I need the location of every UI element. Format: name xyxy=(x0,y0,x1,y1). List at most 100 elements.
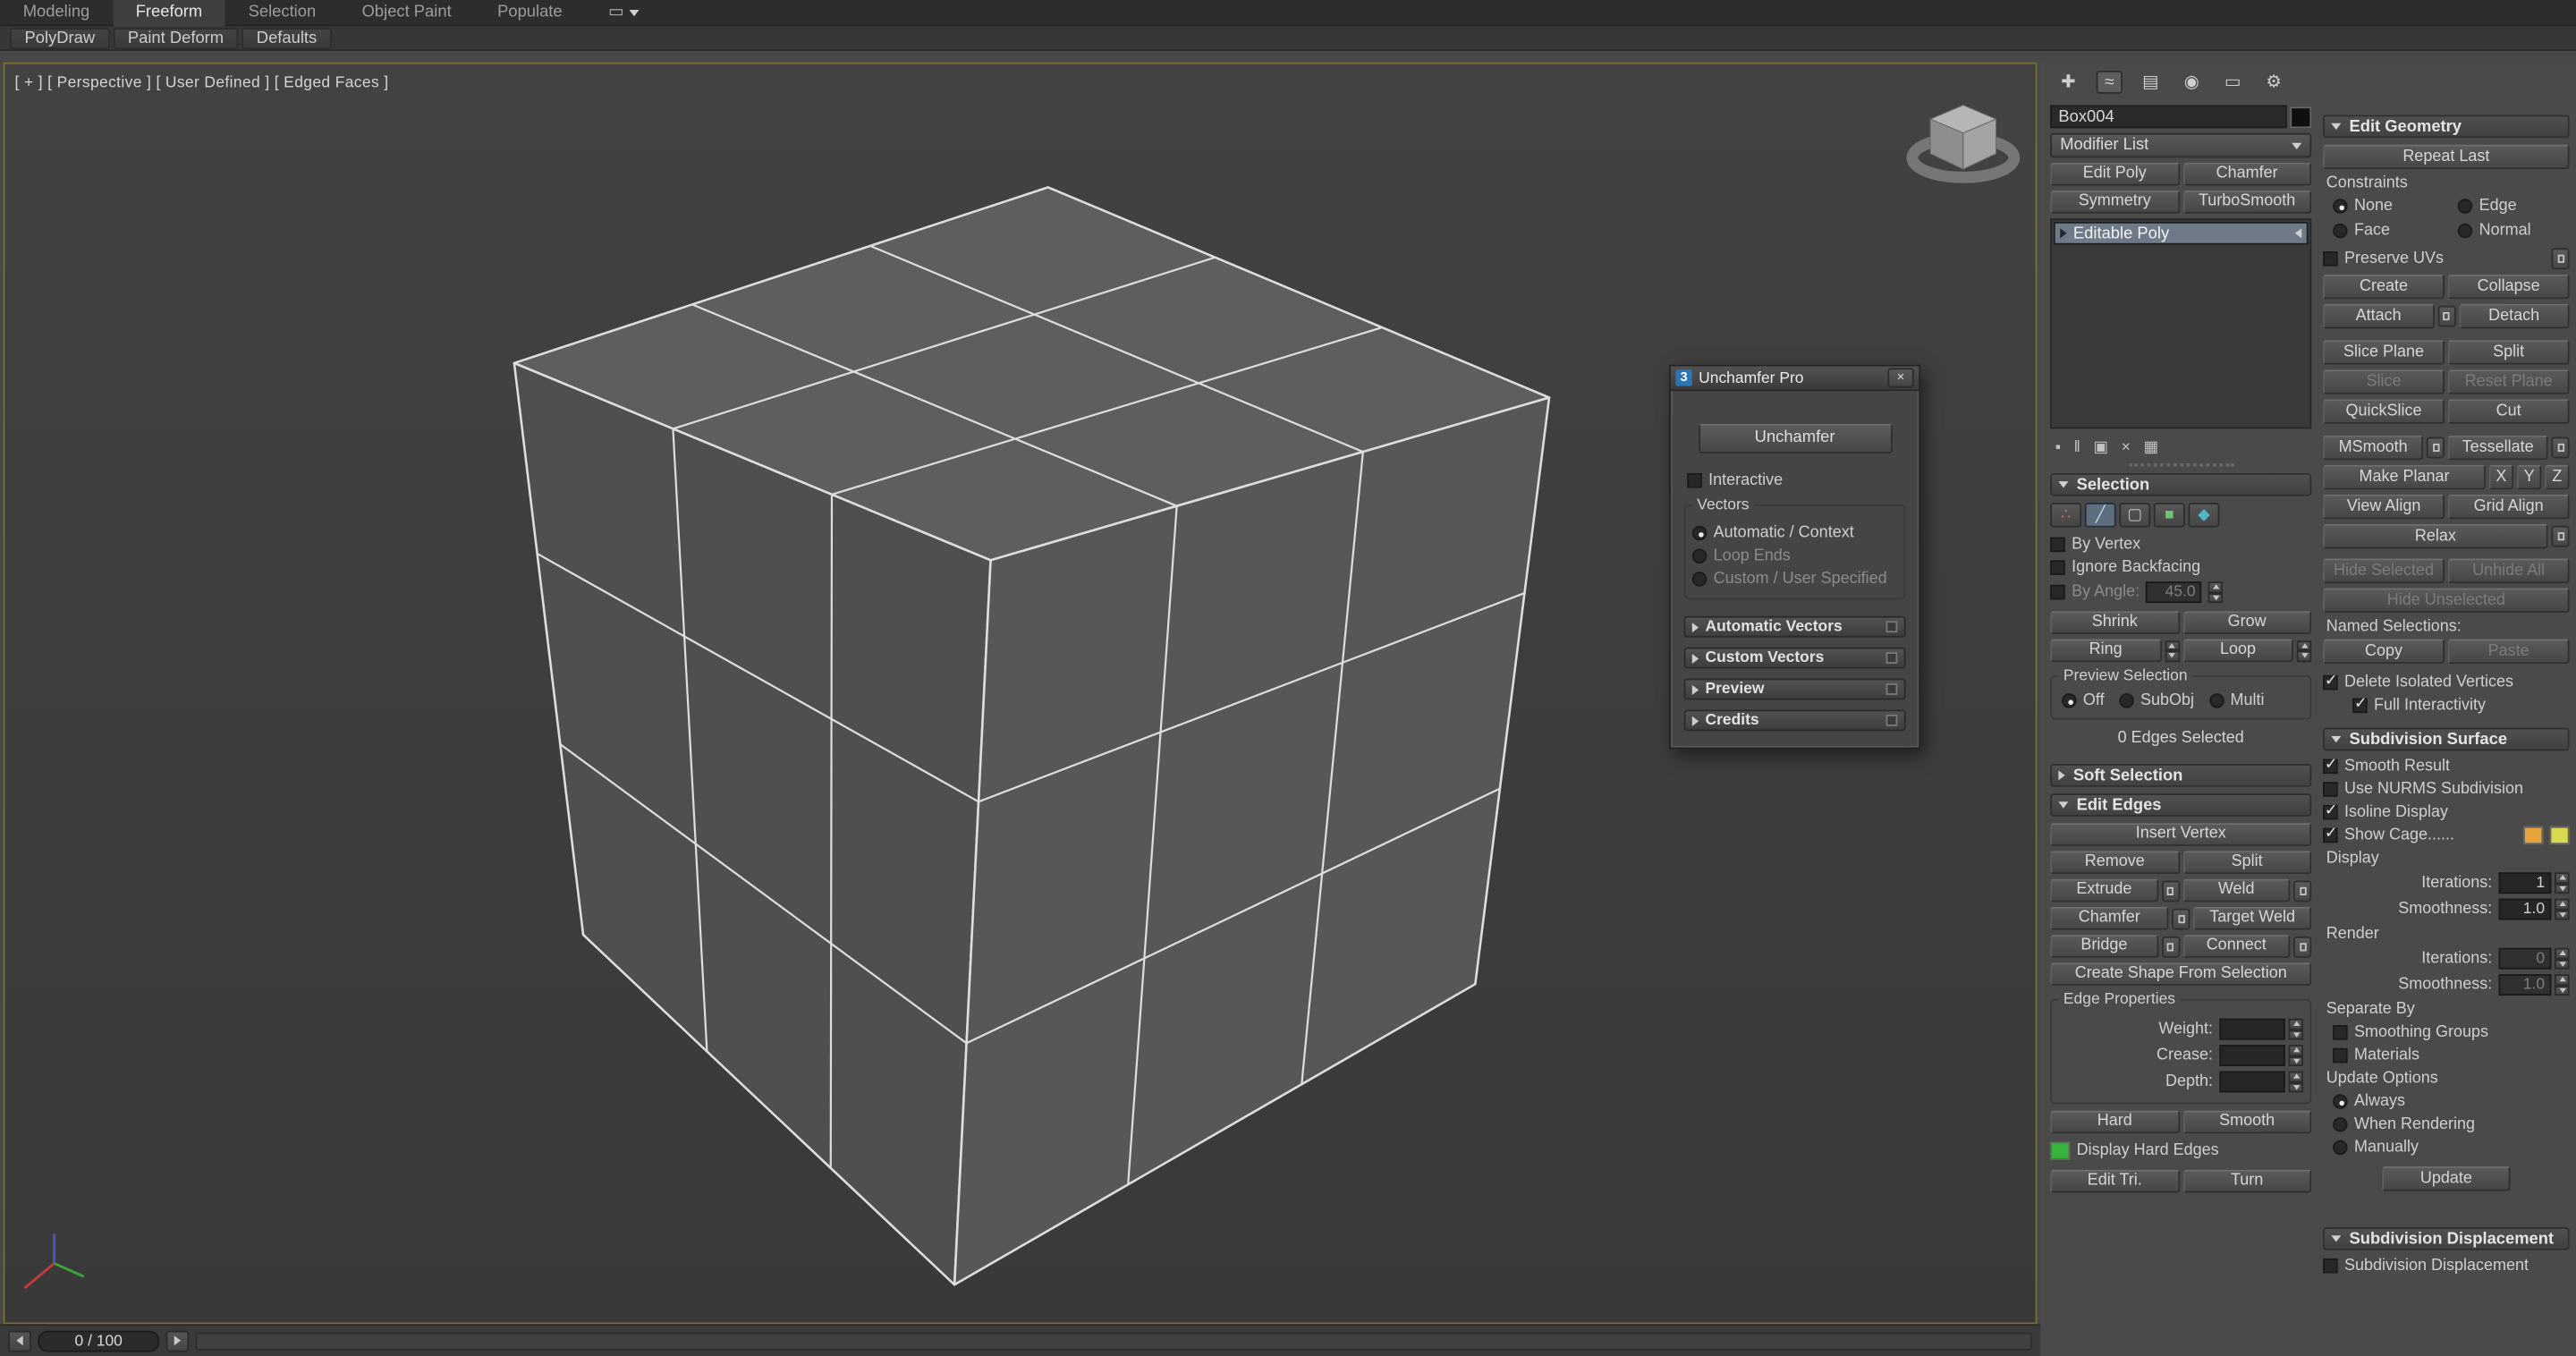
msmooth-button[interactable]: MSmooth xyxy=(2323,435,2424,461)
copy-button[interactable]: Copy xyxy=(2323,639,2445,665)
cage-face-color-swatch[interactable] xyxy=(2549,826,2570,845)
viewport-label[interactable]: [ + ] [ Perspective ] [ User Defined ] [… xyxy=(15,74,389,92)
rollout-edit-geometry[interactable]: Edit Geometry xyxy=(2323,114,2570,139)
make-planar-button[interactable]: Make Planar xyxy=(2323,464,2486,490)
preserve-uvs-settings-icon[interactable] xyxy=(2551,248,2570,270)
tessellate-button[interactable]: Tessellate xyxy=(2447,435,2548,461)
rollout-custom-vectors[interactable]: Custom Vectors xyxy=(1683,647,1906,669)
by-angle-checkbox[interactable] xyxy=(2050,584,2065,600)
rollout-edit-edges[interactable]: Edit Edges xyxy=(2050,793,2312,817)
weld-button[interactable]: Weld xyxy=(2182,878,2291,903)
automatic-context-radio[interactable] xyxy=(1691,525,1707,541)
subdivision-displacement-checkbox[interactable] xyxy=(2323,1258,2338,1274)
slice-plane-button[interactable]: Slice Plane xyxy=(2323,340,2445,365)
rollout-credits[interactable]: Credits xyxy=(1683,709,1906,732)
vertex-icon[interactable]: ∴ xyxy=(2061,506,2071,524)
show-end-result-icon[interactable]: ‖ xyxy=(2074,437,2080,455)
update-manually-radio[interactable] xyxy=(2333,1140,2348,1156)
tessellate-settings-icon[interactable] xyxy=(2551,436,2570,459)
constraint-none-radio[interactable] xyxy=(2333,199,2348,214)
rollout-subdivision-surface[interactable]: Subdivision Surface xyxy=(2323,727,2570,751)
weld-settings-icon[interactable] xyxy=(2293,879,2312,902)
panel-defaults[interactable]: Defaults xyxy=(242,27,332,49)
editable-poly-cube[interactable] xyxy=(513,186,1551,1286)
smooth-result-checkbox[interactable] xyxy=(2323,756,2338,774)
msmooth-settings-icon[interactable] xyxy=(2426,436,2445,459)
render-iterations-field[interactable]: 0 xyxy=(2498,947,2552,970)
bridge-settings-icon[interactable] xyxy=(2161,936,2180,957)
remove-button[interactable]: Remove xyxy=(2050,851,2180,875)
render-iterations-spinner[interactable] xyxy=(2555,947,2570,970)
turbosmooth-button[interactable]: TurboSmooth xyxy=(2182,191,2312,214)
split-toggle-button[interactable]: Split xyxy=(2447,340,2570,365)
depth-field[interactable] xyxy=(2219,1071,2285,1093)
delete-isolated-vertices-checkbox[interactable] xyxy=(2323,672,2338,690)
hide-unselected-button[interactable]: Hide Unselected xyxy=(2323,588,2570,614)
object-color-swatch[interactable] xyxy=(2290,106,2312,128)
update-always-radio[interactable] xyxy=(2333,1094,2348,1109)
make-unique-icon[interactable]: ▣ xyxy=(2094,437,2109,455)
tab-populate[interactable]: Populate xyxy=(474,0,585,25)
show-cage-checkbox[interactable] xyxy=(2323,825,2338,843)
update-button[interactable]: Update xyxy=(2382,1166,2511,1191)
chamfer-button[interactable]: Chamfer xyxy=(2050,906,2169,930)
turn-button[interactable]: Turn xyxy=(2182,1169,2312,1193)
cage-edge-color-swatch[interactable] xyxy=(2523,826,2544,845)
panel-polydraw[interactable]: PolyDraw xyxy=(10,27,110,49)
edit-tri-button[interactable]: Edit Tri. xyxy=(2050,1169,2180,1193)
tab-modeling[interactable]: Modeling xyxy=(0,0,113,25)
depth-spinner[interactable] xyxy=(2288,1071,2304,1093)
pin-stack-icon[interactable]: ▪ xyxy=(2055,437,2061,455)
tab-object-paint[interactable]: Object Paint xyxy=(339,0,474,25)
track-bar[interactable] xyxy=(195,1332,2032,1351)
chamfer-settings-icon[interactable] xyxy=(2172,907,2190,929)
create-shape-button[interactable]: Create Shape From Selection xyxy=(2050,962,2312,987)
repeat-last-button[interactable]: Repeat Last xyxy=(2323,144,2570,170)
cut-button[interactable]: Cut xyxy=(2447,399,2570,424)
bridge-button[interactable]: Bridge xyxy=(2050,935,2158,958)
planar-y-button[interactable]: Y xyxy=(2516,464,2542,490)
split-button[interactable]: Split xyxy=(2182,851,2312,875)
element-icon[interactable]: ◆ xyxy=(2198,506,2209,524)
quickslice-button[interactable]: QuickSlice xyxy=(2323,399,2445,424)
stack-item-editable-poly[interactable]: Editable Poly xyxy=(2053,221,2309,245)
ring-button[interactable]: Ring xyxy=(2050,639,2162,663)
render-smoothness-field[interactable]: 1.0 xyxy=(2498,974,2552,996)
hide-selected-button[interactable]: Hide Selected xyxy=(2323,558,2445,584)
border-icon[interactable]: ▢ xyxy=(2128,506,2143,524)
utilities-tab-icon[interactable]: ⚙ xyxy=(2260,72,2286,92)
custom-user-specified-radio[interactable] xyxy=(1691,572,1707,587)
crease-field[interactable] xyxy=(2219,1045,2285,1067)
motion-tab-icon[interactable]: ◉ xyxy=(2178,72,2204,92)
paste-button[interactable]: Paste xyxy=(2447,639,2570,665)
angle-spinner[interactable] xyxy=(2208,581,2224,604)
reset-plane-button[interactable]: Reset Plane xyxy=(2447,369,2570,394)
ignore-backfacing-checkbox[interactable] xyxy=(2050,560,2065,575)
render-smoothness-spinner[interactable] xyxy=(2555,974,2570,996)
planar-z-button[interactable]: Z xyxy=(2545,464,2570,490)
tab-freeform[interactable]: Freeform xyxy=(112,0,225,26)
unchamfer-pro-dialog[interactable]: 3 Unchamfer Pro Unchamfer Interactive Ve… xyxy=(1669,364,1921,750)
loop-button[interactable]: Loop xyxy=(2182,639,2294,663)
modifier-stack[interactable]: Editable Poly xyxy=(2050,218,2312,429)
display-smoothness-spinner[interactable] xyxy=(2555,898,2570,920)
smoothing-groups-checkbox[interactable] xyxy=(2333,1025,2348,1040)
relax-settings-icon[interactable] xyxy=(2551,525,2570,547)
connect-button[interactable]: Connect xyxy=(2182,935,2291,958)
display-iterations-field[interactable]: 1 xyxy=(2498,872,2552,894)
edge-icon[interactable]: ╱ xyxy=(2096,506,2106,524)
edit-poly-button[interactable]: Edit Poly xyxy=(2050,162,2180,186)
viewcube[interactable] xyxy=(1906,104,2021,183)
configure-modifier-sets-icon[interactable]: ▦ xyxy=(2144,437,2159,455)
chamfer-modifier-button[interactable]: Chamfer xyxy=(2182,162,2312,186)
weight-spinner[interactable] xyxy=(2288,1018,2304,1040)
rollout-preview[interactable]: Preview xyxy=(1683,678,1906,700)
rollout-selection[interactable]: Selection xyxy=(2050,472,2312,496)
weight-field[interactable] xyxy=(2219,1018,2285,1040)
by-vertex-checkbox[interactable] xyxy=(2050,537,2065,553)
interactive-checkbox[interactable] xyxy=(1687,472,1702,488)
constraint-edge-radio[interactable] xyxy=(2457,199,2473,214)
unchamfer-button[interactable]: Unchamfer xyxy=(1698,423,1892,453)
constraint-normal-radio[interactable] xyxy=(2457,223,2473,239)
loop-ends-radio[interactable] xyxy=(1691,548,1707,564)
